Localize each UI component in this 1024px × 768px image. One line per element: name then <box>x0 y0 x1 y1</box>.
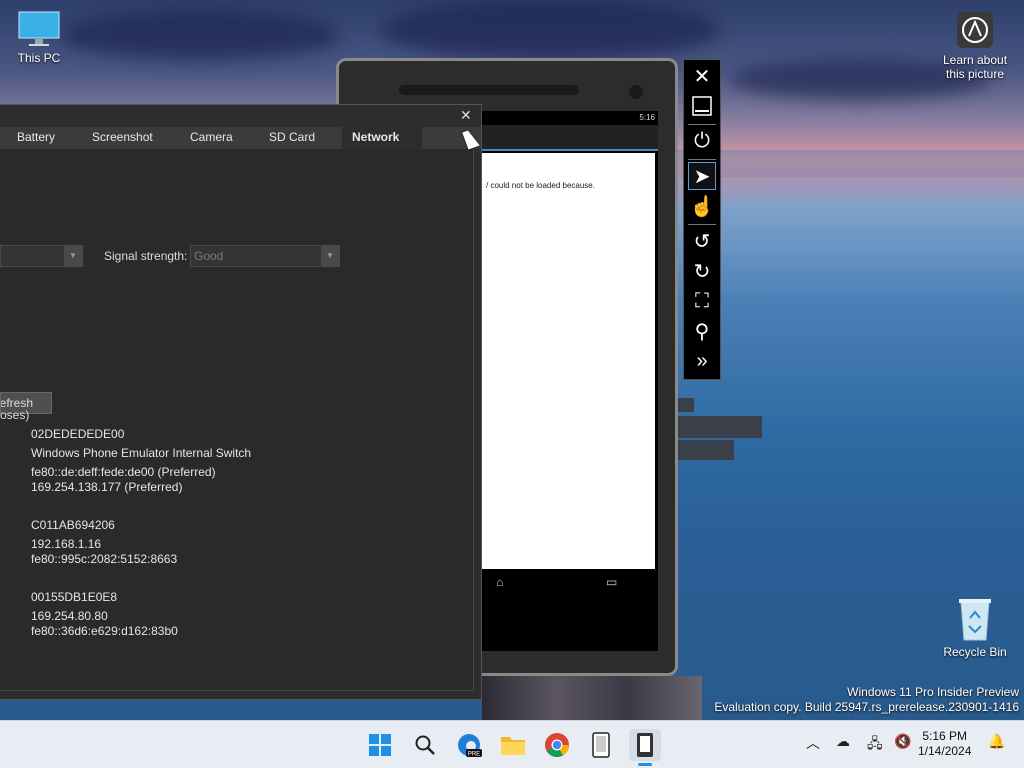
folder-icon <box>501 737 525 755</box>
phone-camera <box>629 85 643 99</box>
phone-icon <box>592 732 610 758</box>
taskbar-app-emulator[interactable] <box>629 729 661 766</box>
start-button[interactable] <box>364 729 396 761</box>
recents-icon[interactable]: ▭ <box>606 575 617 589</box>
adapter-ipv6: fe80::36d6:e629:d162:83b0 <box>31 624 178 638</box>
tab-network[interactable]: Network <box>342 127 422 149</box>
watermark-line: Evaluation copy. Build 25947.rs_prerelea… <box>714 700 1019 714</box>
tab-camera[interactable]: Camera <box>190 130 233 144</box>
network-icon[interactable]: 🖧 <box>867 733 883 757</box>
rotate-right-icon[interactable]: ↻ <box>688 257 716 285</box>
taskbar-app-file-explorer[interactable] <box>497 729 529 761</box>
phone-speaker <box>399 85 579 95</box>
adapter-mac: 02DEDEDEDE00 <box>31 427 125 441</box>
desktop-icon-label: Learn about this picture <box>942 53 1008 81</box>
recycle-bin-icon <box>959 599 991 641</box>
pier-post <box>678 440 734 460</box>
taskbar-app-edge[interactable]: PRE <box>453 729 485 761</box>
tools-tab-strip: Battery Screenshot Camera SD Card Networ… <box>0 127 481 149</box>
adapters-section-header: oses) <box>0 408 30 422</box>
windows-watermark: Windows 11 Pro Insider Preview Evaluatio… <box>714 685 1019 715</box>
phone-app-bar <box>482 125 658 151</box>
camera-aperture-icon <box>957 12 993 48</box>
phone-status-bar: 5:16 <box>482 111 658 125</box>
taskbar-clock[interactable]: 5:16 PM 1/14/2024 <box>918 729 971 759</box>
pointer-mode-icon[interactable]: ➤ <box>688 162 716 190</box>
taskbar-app-chrome[interactable] <box>541 729 573 761</box>
search-button[interactable] <box>409 729 441 761</box>
additional-tools-window: ✕ Battery Screenshot Camera SD Card Netw… <box>0 104 482 700</box>
adapter-ipv6: fe80::de:deff:fede:de00 (Preferred) <box>31 465 216 479</box>
toolbar-separator <box>688 159 716 160</box>
zoom-icon[interactable]: ⚲ <box>688 317 716 345</box>
chevron-up-icon[interactable]: ︿ <box>806 733 820 753</box>
clock-date: 1/14/2024 <box>918 744 972 758</box>
chevron-down-icon: ▼ <box>64 246 82 266</box>
edge-icon: PRE <box>458 734 482 758</box>
close-icon[interactable]: ✕ <box>688 62 716 90</box>
phone-web-page[interactable]: / could not be loaded because. <box>482 153 655 569</box>
tools-chevron-icon[interactable]: » <box>688 347 716 375</box>
rotate-left-icon[interactable]: ↺ <box>688 227 716 255</box>
network-panel: ▼ Signal strength: Good ▼ Refresh oses) … <box>0 149 474 691</box>
desktop-icon-label: This PC <box>17 51 61 65</box>
tab-battery[interactable]: Battery <box>17 130 55 144</box>
tab-sd-card[interactable]: SD Card <box>269 130 315 144</box>
fit-to-screen-icon[interactable]: ⛶ <box>688 287 716 315</box>
signal-strength-dropdown[interactable]: Good ▼ <box>190 245 340 267</box>
network-speed-dropdown[interactable]: ▼ <box>0 245 83 267</box>
clock-time: 5:16 PM <box>922 729 968 743</box>
adapter-mac: C011AB694206 <box>31 518 115 532</box>
adapter-ipv4: 192.168.1.16 <box>31 537 102 551</box>
active-app-indicator <box>638 763 652 766</box>
rocks <box>482 676 702 720</box>
taskbar-app-emulator-tools[interactable] <box>585 729 617 761</box>
cloud-shape <box>60 10 340 60</box>
watermark-line: Windows 11 Pro Insider Preview <box>847 685 1019 699</box>
adapter-name: Windows Phone Emulator Internal Switch <box>31 446 252 460</box>
desktop-icon-label: Recycle Bin <box>943 645 1007 659</box>
close-icon[interactable]: ✕ <box>460 107 472 124</box>
touch-mode-icon[interactable]: ☝ <box>688 192 716 220</box>
edge-pre-badge: PRE <box>468 752 480 758</box>
onedrive-offline-icon[interactable]: ☁ <box>836 733 850 750</box>
phone-nav-bar: ⌂ ▭ <box>482 569 658 593</box>
cloud-shape <box>380 0 720 60</box>
adapter-ipv4: 169.254.138.177 (Preferred) <box>31 480 183 494</box>
page-error-text: / could not be loaded because. <box>486 181 595 190</box>
power-icon[interactable]: ⏻ <box>688 127 716 155</box>
notification-bell-icon[interactable]: 🔔 <box>988 733 1005 750</box>
phone-icon <box>637 733 653 757</box>
signal-strength-value: Good <box>194 249 224 263</box>
phone-status-time: 5:16 <box>639 113 655 122</box>
taskbar: PRE ︿ ☁ 🖧 🔇 5:16 PM 1/14/2024 🔔 <box>0 720 1024 768</box>
phone-screen[interactable]: 5:16 / could not be loaded because. ⌂ ▭ <box>482 111 658 651</box>
adapter-mac: 00155DB1E0E8 <box>31 590 118 604</box>
minimize-icon[interactable] <box>688 92 716 120</box>
volume-muted-icon[interactable]: 🔇 <box>894 733 911 750</box>
monitor-icon <box>18 11 60 46</box>
adapter-ipv6: fe80::995c:2082:5152:8663 <box>31 552 178 566</box>
pier-post <box>678 398 694 412</box>
chevron-down-icon: ▼ <box>321 246 339 266</box>
desktop-icon-learn-picture[interactable]: Learn about this picture <box>938 10 1012 81</box>
minimize-glyph <box>692 96 712 116</box>
pier-post <box>678 416 762 438</box>
tab-screenshot[interactable]: Screenshot <box>92 130 153 144</box>
signal-strength-label: Signal strength: <box>104 249 188 263</box>
chrome-icon <box>545 733 569 758</box>
home-icon[interactable]: ⌂ <box>496 575 503 589</box>
toolbar-separator <box>688 124 716 125</box>
desktop-icon-this-pc[interactable]: This PC <box>10 10 68 65</box>
search-icon <box>415 735 435 755</box>
toolbar-separator <box>688 224 716 225</box>
emulator-toolbar: ✕ ⏻ ➤ ☝ ↺ ↻ ⛶ ⚲ » <box>683 59 721 380</box>
windows-logo-icon <box>369 734 391 756</box>
adapter-ipv4: 169.254.80.80 <box>31 609 108 623</box>
desktop-icon-recycle-bin[interactable]: Recycle Bin <box>940 596 1010 659</box>
